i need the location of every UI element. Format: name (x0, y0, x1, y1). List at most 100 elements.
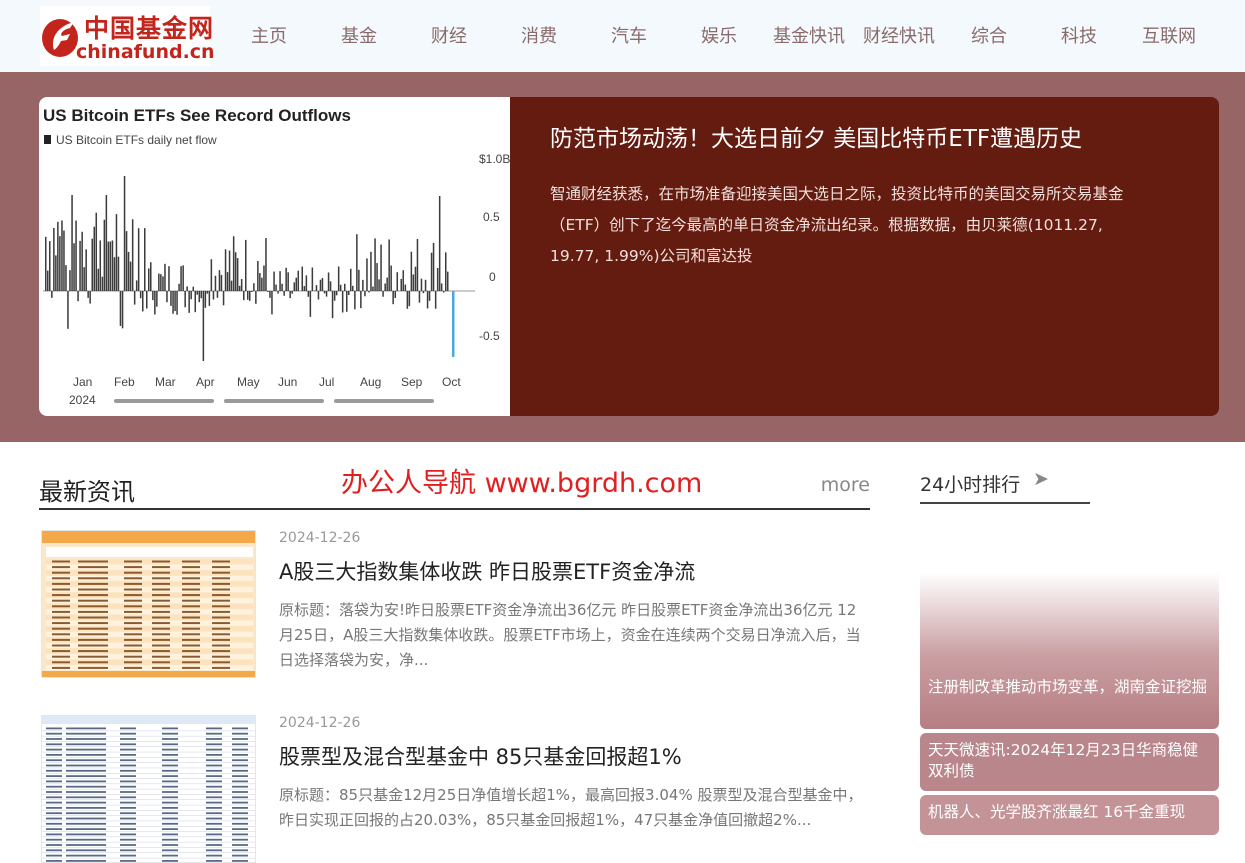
latest-news-title: 最新资讯 (39, 472, 135, 507)
ranking-item[interactable]: 天天微速讯:2024年12月23日华商稳健双利债 (920, 733, 1219, 791)
image-bar (415, 267, 417, 291)
image-bar (431, 253, 433, 291)
image-bar (419, 291, 421, 303)
ranking-item-title[interactable]: 机器人、光学股齐涨最红 16千金重现 (928, 802, 1213, 823)
ranking-item[interactable]: 机器人、光学股齐涨最红 16千金重现 (920, 795, 1219, 835)
image-bar (63, 231, 65, 291)
image-year-label: 2024 (69, 393, 96, 407)
nav-general[interactable]: 综合 (944, 22, 1034, 48)
image-bar (259, 273, 261, 291)
article-date: 2024-12-26 (279, 530, 360, 546)
image-bar (245, 240, 247, 291)
image-bar (281, 284, 283, 291)
image-bar (209, 291, 211, 306)
image-bar (304, 286, 306, 291)
image-bar (136, 280, 138, 291)
image-bar (386, 278, 388, 291)
image-bar (429, 291, 431, 301)
image-bar (94, 227, 96, 291)
image-bar (61, 221, 63, 291)
image-bar (77, 291, 79, 301)
image-bar (401, 279, 403, 291)
nav-finance-news[interactable]: 财经快讯 (854, 22, 944, 48)
news-article[interactable]: 2024-12-26 A股三大指数集体收跌 昨日股票ETF资金净流 原标题：落袋… (39, 530, 870, 690)
image-bar (132, 219, 134, 291)
image-bar (83, 267, 85, 291)
image-bar (366, 258, 368, 291)
image-bar (108, 242, 110, 291)
image-bar (352, 286, 354, 291)
image-bar (441, 283, 443, 291)
image-bar (142, 291, 144, 311)
image-bar (126, 231, 128, 291)
image-bar (308, 291, 310, 297)
nav-tech[interactable]: 科技 (1034, 22, 1124, 48)
image-bar (251, 291, 253, 292)
image-y-tick: 0 (489, 270, 496, 284)
image-bar (67, 291, 69, 329)
image-bar (356, 234, 358, 291)
image-bar (350, 269, 352, 291)
image-x-tick: Feb (114, 375, 135, 389)
image-bar (261, 278, 263, 291)
more-link[interactable]: more (821, 474, 870, 496)
site-logo[interactable]: 中国基金网 chinafund.cn (40, 6, 210, 66)
hero-image[interactable]: US Bitcoin ETFs See Record Outflows US B… (39, 97, 510, 416)
image-bar (273, 272, 275, 291)
nav-internet[interactable]: 互联网 (1124, 22, 1214, 48)
image-bar (257, 261, 259, 291)
image-bar (425, 280, 427, 291)
image-bar (342, 291, 344, 313)
image-bar (243, 291, 245, 300)
image-bar (354, 291, 356, 309)
nav-fund-news[interactable]: 基金快讯 (764, 22, 854, 48)
image-bar (168, 266, 170, 291)
image-bar (291, 291, 293, 294)
nav-consumer[interactable]: 消费 (494, 22, 584, 48)
slide-indicator[interactable] (334, 399, 434, 403)
nav-finance[interactable]: 财经 (404, 22, 494, 48)
image-bar (320, 280, 322, 291)
image-bar (188, 291, 190, 313)
image-bar (51, 291, 53, 298)
slide-indicator[interactable] (114, 399, 214, 403)
image-bar (89, 291, 91, 304)
image-bar (338, 267, 340, 291)
nav-auto[interactable]: 汽车 (584, 22, 674, 48)
image-bar (128, 252, 130, 291)
hero-slide[interactable]: US Bitcoin ETFs See Record Outflows US B… (39, 97, 1219, 416)
image-bar (55, 255, 57, 291)
image-bars (45, 176, 455, 361)
slide-indicator[interactable] (224, 399, 324, 403)
image-x-ticks: JanFebMarAprMayJunJulAugSepOct (73, 375, 461, 389)
nav-entertainment[interactable]: 娱乐 (674, 22, 764, 48)
nav-home[interactable]: 主页 (224, 22, 314, 48)
ranking-item-featured[interactable]: 注册制改革推动市场变革，湖南金证挖掘 (920, 520, 1219, 729)
article-title[interactable]: 股票型及混合型基金中 85只基金回报超1% (279, 741, 682, 771)
hero-title[interactable]: 防范市场动荡！大选日前夕 美国比特币ETF遭遇历史 (550, 119, 1190, 153)
image-bar (124, 176, 126, 291)
image-bar (417, 239, 419, 291)
article-thumbnail[interactable] (41, 715, 256, 863)
image-x-tick: May (237, 375, 260, 389)
news-article[interactable]: 2024-12-26 股票型及混合型基金中 85只基金回报超1% 原标题：85只… (39, 715, 870, 818)
image-bar (306, 275, 308, 291)
image-bar (79, 241, 81, 291)
nav-fund[interactable]: 基金 (314, 22, 404, 48)
image-bar (318, 291, 320, 299)
article-thumbnail[interactable] (41, 530, 256, 678)
image-bar (287, 272, 289, 291)
image-bar (316, 285, 318, 291)
image-bar (49, 241, 51, 291)
ranking-arrow-icon[interactable]: ➤ (1033, 468, 1049, 490)
image-y-tick: 0.5 (483, 210, 500, 224)
image-bar (98, 269, 100, 291)
image-bar (407, 291, 409, 309)
image-bar (81, 232, 83, 291)
image-bar (235, 252, 237, 291)
ranking-item-title[interactable]: 天天微速讯:2024年12月23日华商稳健双利债 (928, 740, 1213, 782)
article-title[interactable]: A股三大指数集体收跌 昨日股票ETF资金净流 (279, 556, 695, 586)
image-bar (296, 278, 298, 291)
image-bar (150, 262, 152, 291)
ranking-item-title[interactable]: 注册制改革推动市场变革，湖南金证挖掘 (928, 677, 1213, 698)
